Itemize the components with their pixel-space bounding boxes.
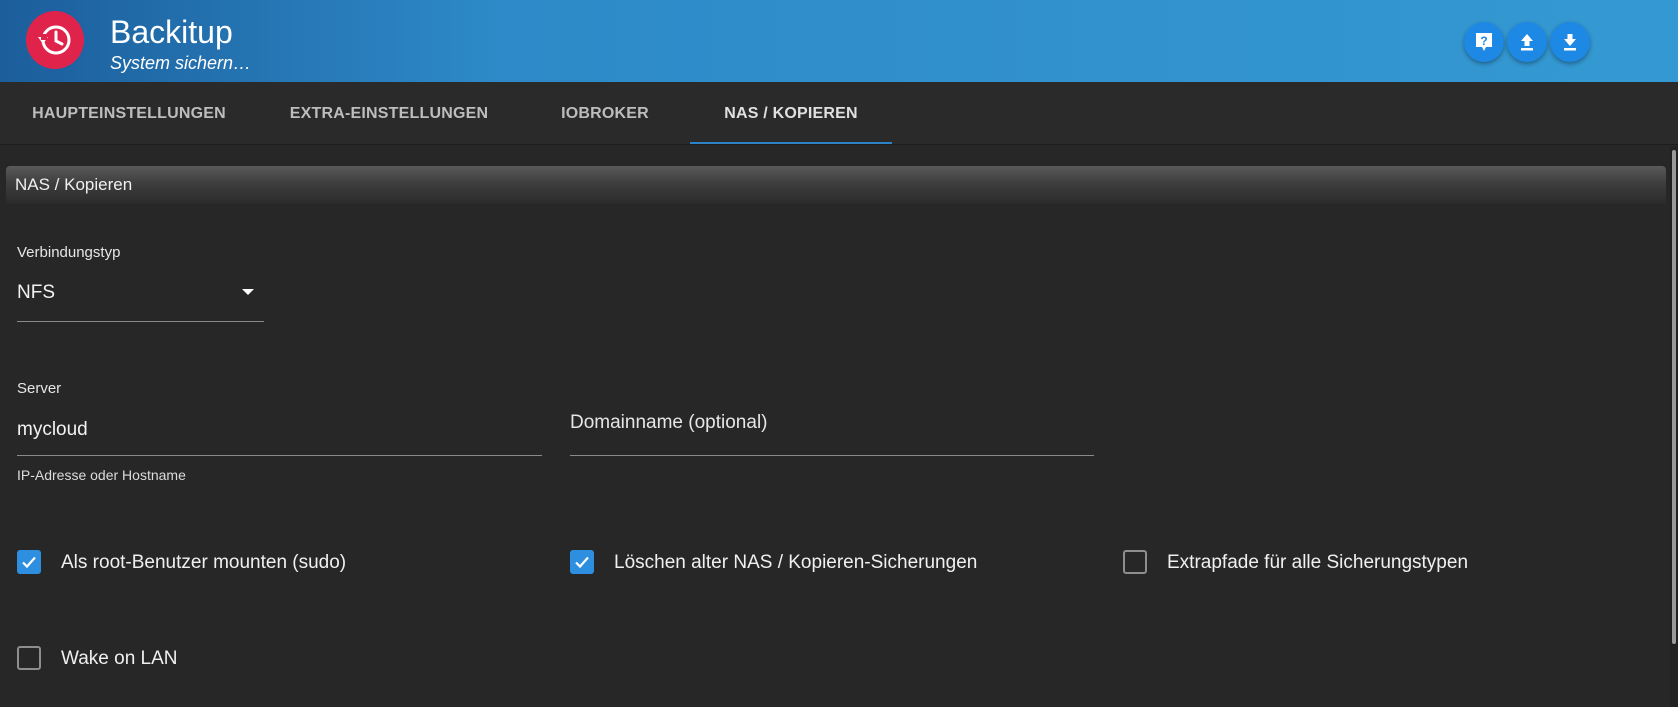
checkbox-extra-paths-label[interactable]: Extrapfade für alle Sicherungstypen <box>1167 552 1468 574</box>
connection-type-select[interactable]: NFS <box>17 270 264 322</box>
server-helper-text: IP-Adresse oder Hostname <box>17 467 186 483</box>
help-icon: ? <box>1476 33 1492 51</box>
check-icon <box>22 556 36 569</box>
tab-iobroker[interactable]: IOBROKER <box>520 82 690 145</box>
checkbox-delete-old-backups[interactable] <box>570 550 594 574</box>
download-button[interactable] <box>1550 22 1590 62</box>
checkbox-extra-paths[interactable] <box>1123 550 1147 574</box>
checkbox-delete-old-backups-label[interactable]: Löschen alter NAS / Kopieren-Sicherungen <box>614 552 977 574</box>
app-subtitle: System sichern… <box>110 53 252 73</box>
check-icon <box>575 556 589 569</box>
server-input[interactable]: mycloud <box>17 405 542 455</box>
tab-nas-kopieren[interactable]: NAS / KOPIEREN <box>690 82 892 145</box>
checkbox-root-mount-label[interactable]: Als root-Benutzer mounten (sudo) <box>61 552 346 574</box>
scrollbar-thumb[interactable] <box>1672 150 1676 644</box>
help-button[interactable]: ? <box>1464 22 1504 62</box>
server-label: Server <box>17 380 62 397</box>
tab-bar: HAUPTEINSTELLUNGEN EXTRA-EINSTELLUNGEN I… <box>0 82 1678 145</box>
section-header: NAS / Kopieren <box>6 166 1666 204</box>
connection-type-underline <box>17 321 264 322</box>
chevron-down-icon <box>242 289 254 295</box>
app-title: Backitup <box>110 14 233 50</box>
checkbox-root-mount[interactable] <box>17 550 41 574</box>
connection-type-label: Verbindungstyp <box>17 244 121 261</box>
checkbox-wake-on-lan-label[interactable]: Wake on LAN <box>61 648 178 670</box>
server-underline <box>17 455 542 456</box>
domain-underline <box>570 455 1094 456</box>
domain-input[interactable]: Domainname (optional) <box>570 405 1094 455</box>
tab-extra-einstellungen[interactable]: EXTRA-EINSTELLUNGEN <box>258 82 520 145</box>
download-icon <box>1564 34 1576 51</box>
active-tab-indicator <box>690 142 892 144</box>
svg-text:?: ? <box>1480 34 1487 48</box>
connection-type-value: NFS <box>17 282 55 303</box>
domain-placeholder: Domainname (optional) <box>570 412 768 433</box>
upload-icon <box>1521 34 1533 51</box>
checkbox-wake-on-lan[interactable] <box>17 646 41 670</box>
upload-button[interactable] <box>1507 22 1547 62</box>
server-input-value: mycloud <box>17 419 88 440</box>
app-header: Backitup System sichern… ? <box>0 0 1678 82</box>
backup-clock-icon <box>26 11 84 69</box>
tab-haupteinstellungen[interactable]: HAUPTEINSTELLUNGEN <box>0 82 258 145</box>
